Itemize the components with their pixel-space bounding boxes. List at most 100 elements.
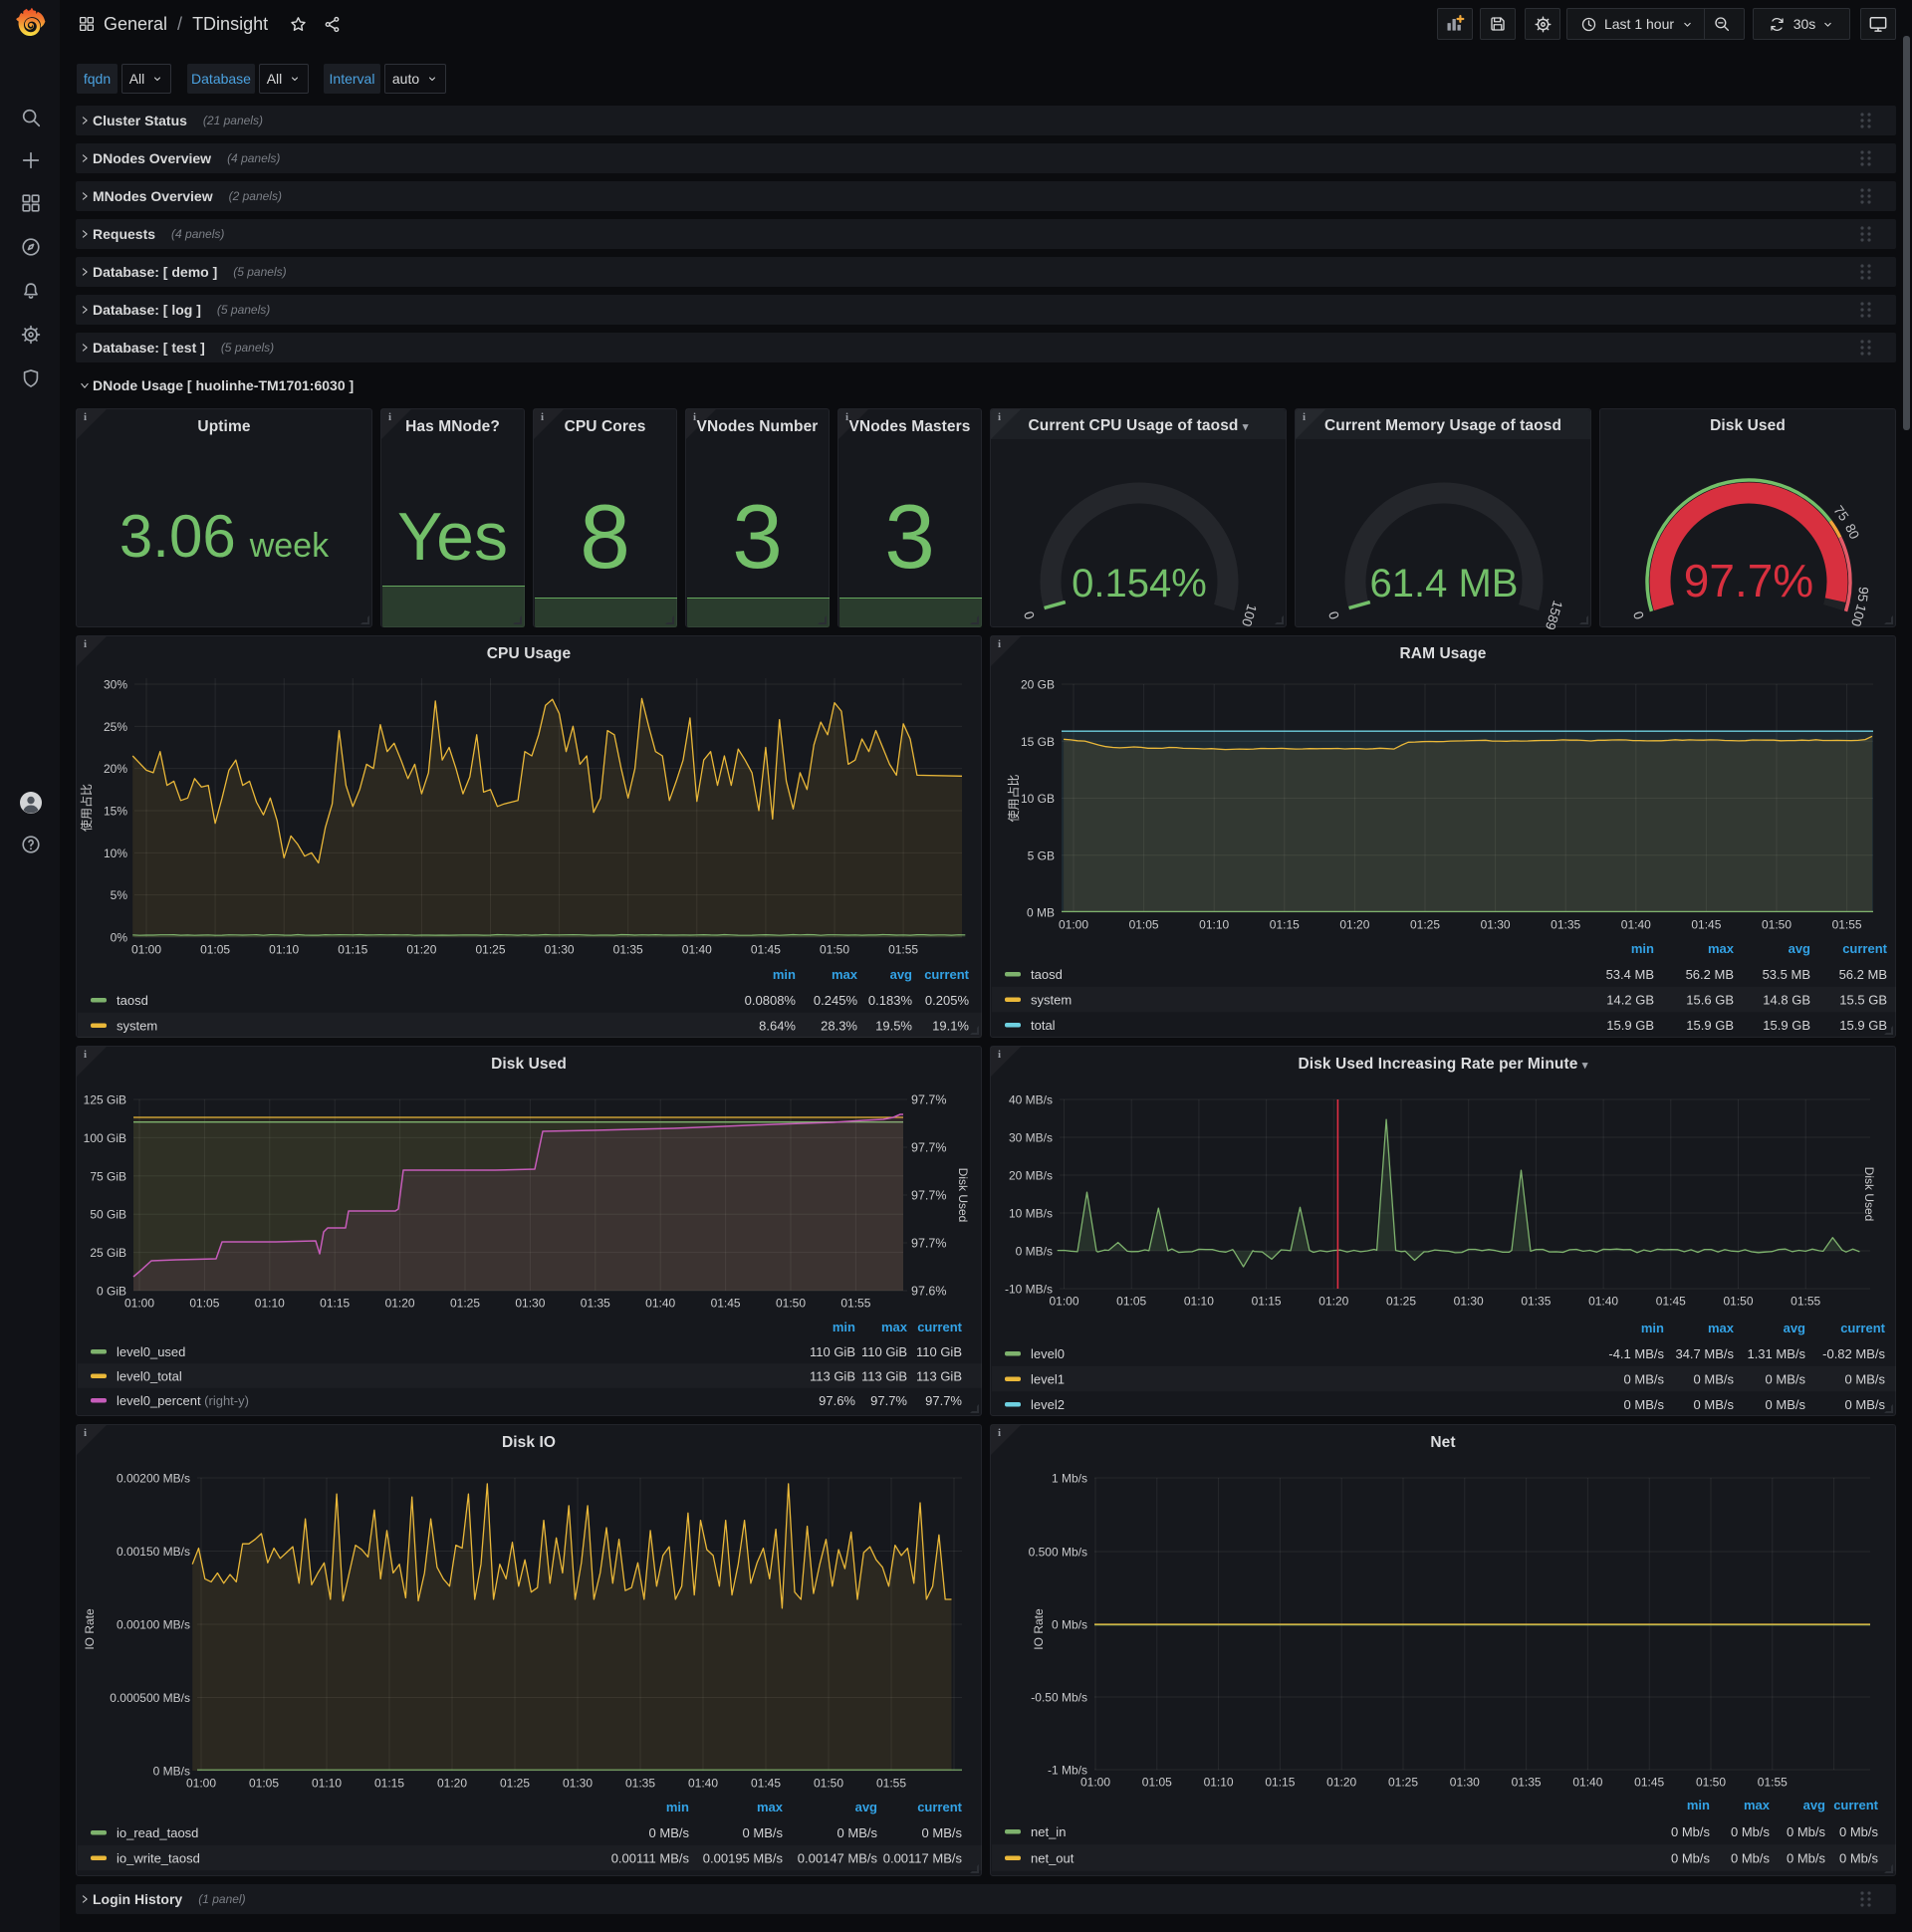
svg-text:01:25: 01:25 [450,1297,480,1311]
svg-text:1.31 MB/s: 1.31 MB/s [1747,1346,1805,1361]
svg-text:max: max [1708,1321,1735,1335]
svg-text:01:45: 01:45 [1691,918,1721,932]
svg-text:0 Mb/s: 0 Mb/s [1787,1851,1826,1866]
svg-text:97.7%: 97.7% [925,1393,962,1408]
svg-text:97.7%: 97.7% [1684,555,1813,606]
svg-text:0 MB/s: 0 MB/s [1766,1397,1806,1412]
svg-text:system: system [117,1019,157,1034]
svg-text:0: 0 [1630,609,1647,621]
svg-text:30 MB/s: 30 MB/s [1009,1131,1053,1145]
svg-text:97.6%: 97.6% [911,1285,946,1299]
svg-text:io_write_taosd: io_write_taosd [117,1851,200,1866]
svg-text:01:25: 01:25 [475,943,505,957]
svg-text:0 Mb/s: 0 Mb/s [1052,1618,1087,1632]
svg-text:taosd: taosd [1031,967,1063,982]
svg-text:53.5 MB: 53.5 MB [1763,967,1810,982]
svg-text:0 Mb/s: 0 Mb/s [1731,1824,1771,1839]
svg-text:max: max [1708,941,1735,956]
svg-text:01:45: 01:45 [1634,1776,1664,1790]
svg-text:0 MB/s: 0 MB/s [743,1825,784,1840]
svg-text:97.7%: 97.7% [911,1141,946,1155]
svg-text:current: current [917,1320,962,1334]
svg-text:avg: avg [1803,1798,1825,1812]
svg-text:0.00147 MB/s: 0.00147 MB/s [798,1851,878,1866]
svg-text:40 MB/s: 40 MB/s [1009,1093,1053,1107]
svg-text:avg: avg [1784,1321,1805,1335]
svg-text:0 MB/s: 0 MB/s [153,1765,190,1779]
svg-text:01:45: 01:45 [1656,1295,1686,1309]
svg-text:0 MB/s: 0 MB/s [837,1825,878,1840]
svg-text:-10 MB/s: -10 MB/s [1005,1283,1053,1297]
svg-text:-0.50 Mb/s: -0.50 Mb/s [1031,1691,1087,1705]
svg-text:01:25: 01:25 [1386,1295,1416,1309]
svg-text:50 GiB: 50 GiB [90,1208,126,1222]
svg-text:80: 80 [1842,522,1862,542]
svg-text:01:05: 01:05 [249,1777,279,1791]
svg-text:0 MB/s: 0 MB/s [1624,1397,1665,1412]
svg-text:01:30: 01:30 [563,1777,593,1791]
svg-text:20 MB/s: 20 MB/s [1009,1169,1053,1183]
svg-text:max: max [832,967,858,982]
svg-text:0.00195 MB/s: 0.00195 MB/s [703,1851,784,1866]
svg-text:61.4 MB: 61.4 MB [1370,562,1519,605]
svg-text:01:15: 01:15 [374,1777,404,1791]
svg-text:01:50: 01:50 [1762,918,1792,932]
svg-text:level2: level2 [1031,1397,1065,1412]
svg-text:current: current [1833,1798,1878,1812]
svg-text:total: total [1031,1018,1056,1033]
svg-text:14.8 GB: 14.8 GB [1763,993,1810,1008]
svg-text:110 GiB: 110 GiB [810,1344,855,1359]
svg-text:0 MB/s: 0 MB/s [1624,1372,1665,1387]
svg-text:01:00: 01:00 [1049,1295,1078,1309]
svg-text:01:20: 01:20 [385,1297,415,1311]
svg-text:Disk Used: Disk Used [1862,1167,1876,1222]
svg-text:1589: 1589 [1543,599,1565,631]
svg-text:125 GiB: 125 GiB [84,1093,126,1107]
svg-text:25 GiB: 25 GiB [90,1246,126,1260]
svg-text:0: 0 [1021,609,1038,621]
svg-text:0.00117 MB/s: 0.00117 MB/s [883,1851,963,1866]
svg-text:15 GB: 15 GB [1021,735,1055,749]
svg-text:level1: level1 [1031,1372,1065,1387]
svg-text:01:25: 01:25 [1388,1776,1418,1790]
svg-text:01:10: 01:10 [1199,918,1229,932]
svg-text:20%: 20% [104,762,127,776]
svg-text:14.2 GB: 14.2 GB [1606,993,1654,1008]
svg-text:0 MB/s: 0 MB/s [1016,1245,1053,1259]
svg-text:0 MB/s: 0 MB/s [922,1825,963,1840]
svg-text:95: 95 [1855,586,1871,603]
svg-text:max: max [1744,1798,1771,1812]
svg-text:01:45: 01:45 [751,1777,781,1791]
svg-text:io_read_taosd: io_read_taosd [117,1825,198,1840]
svg-text:01:05: 01:05 [189,1297,219,1311]
svg-text:0 MB/s: 0 MB/s [1694,1372,1735,1387]
svg-text:01:35: 01:35 [625,1777,655,1791]
svg-text:IO Rate: IO Rate [83,1608,97,1650]
svg-text:01:30: 01:30 [1454,1295,1484,1309]
svg-text:01:00: 01:00 [124,1297,154,1311]
svg-text:0%: 0% [111,931,128,945]
svg-text:01:25: 01:25 [500,1777,530,1791]
svg-text:19.5%: 19.5% [875,1019,912,1034]
svg-text:01:35: 01:35 [1551,918,1580,932]
svg-text:15%: 15% [104,805,127,819]
svg-text:5 GB: 5 GB [1028,848,1055,862]
svg-text:system: system [1031,993,1072,1008]
svg-text:0 MB/s: 0 MB/s [649,1825,690,1840]
svg-text:01:55: 01:55 [1791,1295,1820,1309]
svg-text:0.205%: 0.205% [925,993,970,1008]
svg-text:01:20: 01:20 [1326,1776,1356,1790]
svg-text:110 GiB: 110 GiB [916,1344,962,1359]
svg-text:01:40: 01:40 [682,943,712,957]
svg-text:01:50: 01:50 [776,1297,806,1311]
svg-text:10 GB: 10 GB [1021,792,1055,806]
svg-text:01:40: 01:40 [688,1777,718,1791]
svg-text:56.2 MB: 56.2 MB [1839,967,1887,982]
svg-text:net_in: net_in [1031,1824,1066,1839]
svg-text:使用占比: 使用占比 [1006,774,1021,822]
svg-text:0.0808%: 0.0808% [745,993,797,1008]
svg-text:01:30: 01:30 [1450,1776,1480,1790]
svg-text:53.4 MB: 53.4 MB [1606,967,1654,982]
svg-text:10%: 10% [104,846,127,860]
svg-text:0 Mb/s: 0 Mb/s [1671,1851,1711,1866]
